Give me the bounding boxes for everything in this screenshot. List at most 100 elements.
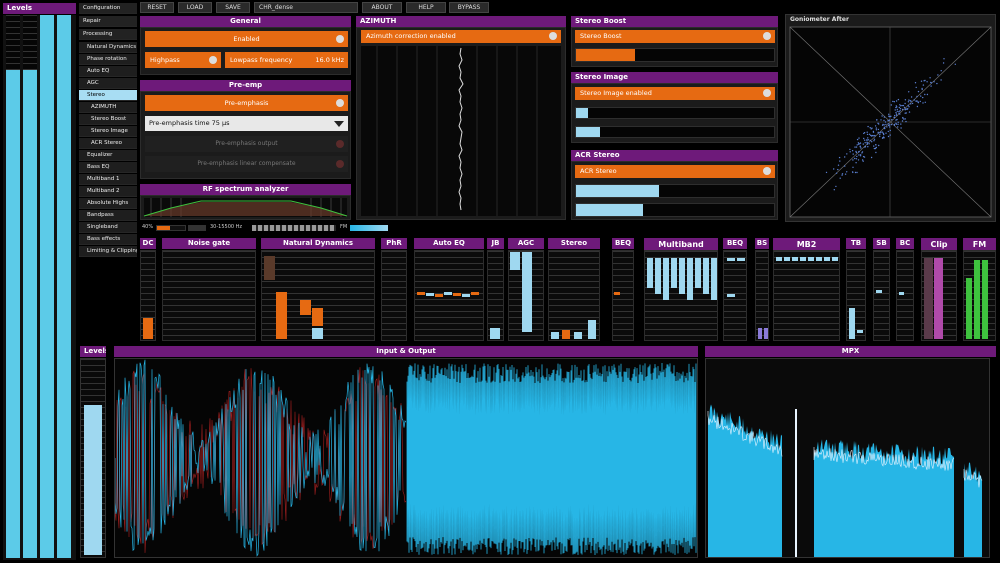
multiband-bar	[647, 258, 653, 288]
nav-item-bandpass[interactable]: Bandpass	[79, 210, 137, 221]
preemphasis-toggle[interactable]: Pre-emphasis	[145, 95, 348, 111]
nav-item-configuration[interactable]: Configuration	[79, 3, 137, 14]
azimuth-header: AZIMUTH	[356, 16, 566, 27]
stereo-image-slider-1[interactable]	[575, 107, 775, 119]
bypass-button[interactable]: BYPASS	[449, 2, 489, 13]
nav-item-singleband[interactable]: Singleband	[79, 222, 137, 233]
toggle-knob-icon	[209, 56, 217, 64]
rf-range-label: 30-15500 Hz	[210, 224, 243, 230]
stereo-boost-toggle[interactable]: Stereo Boost	[575, 30, 775, 43]
help-button[interactable]: HELP	[406, 2, 446, 13]
enabled-toggle[interactable]: Enabled	[145, 31, 348, 47]
meter-bc-header: BC	[896, 238, 914, 249]
acr-stereo-fill-1	[576, 185, 660, 197]
rf-fm-bar	[350, 225, 388, 231]
stereo-image-slider-2[interactable]	[575, 126, 775, 138]
nav-item-stereo-boost[interactable]: Stereo Boost	[79, 114, 137, 125]
rf-fm-label: FM	[340, 224, 348, 230]
nav-item-bass-eq[interactable]: Bass EQ	[79, 162, 137, 173]
toggle-knob-icon	[763, 167, 771, 175]
acr-stereo-toggle[interactable]: ACR Stereo	[575, 165, 775, 178]
acr-stereo-slider-1[interactable]	[575, 184, 775, 198]
levels-small-meter	[80, 358, 106, 558]
stereo-image-toggle[interactable]: Stereo Image enabled	[575, 87, 775, 100]
mb2-bar	[784, 257, 790, 261]
rf-low-label: 40%	[142, 224, 154, 230]
rf-slider[interactable]	[188, 225, 206, 231]
rf-mode-switches[interactable]	[252, 225, 336, 231]
preemph-header: Pre-emp	[140, 80, 351, 91]
about-button[interactable]: ABOUT	[362, 2, 402, 13]
natural-dynamics-bar	[300, 300, 311, 315]
auto-eq-bar	[471, 292, 479, 295]
fm-bar	[974, 260, 980, 339]
auto-eq-bar	[417, 292, 425, 295]
nav-item-auto-eq[interactable]: Auto EQ	[79, 66, 137, 77]
natural-dynamics-bar	[276, 292, 287, 339]
multiband-bar	[711, 258, 717, 300]
nav-item-natural-dynamics[interactable]: Natural Dynamics	[79, 42, 137, 53]
meter-beq-header: BEQ	[612, 238, 634, 249]
azimuth-toggle[interactable]: Azimuth correction enabled	[361, 30, 561, 43]
beq2-bar	[737, 258, 745, 261]
load-button[interactable]: LOAD	[178, 2, 212, 13]
acr-stereo-fill-2	[576, 204, 644, 216]
bc-bar	[899, 292, 904, 295]
azimuth-label: Azimuth correction enabled	[366, 32, 456, 40]
enabled-label: Enabled	[233, 35, 260, 43]
mb2-bar	[824, 257, 830, 261]
stereo-boost-label: Stereo Boost	[580, 32, 622, 40]
rf-status-strip: 40% 30-15500 Hz FM	[140, 224, 390, 233]
nav-item-phase-rotation[interactable]: Phase rotation	[79, 54, 137, 65]
toggle-knob-icon	[336, 160, 344, 168]
lowpass-slider[interactable]: Lowpass frequency 16.0 kHz	[225, 52, 348, 68]
fm-bar	[966, 278, 972, 339]
nav-item-multiband-2[interactable]: Multiband 2	[79, 186, 137, 197]
stereo-bar	[551, 332, 559, 339]
stereo-boost-panel: Stereo Boost	[571, 27, 778, 67]
nav-item-acr-stereo[interactable]: ACR Stereo	[79, 138, 137, 149]
lowpass-value: 16.0 kHz	[315, 56, 344, 64]
highpass-toggle[interactable]: Highpass	[145, 52, 221, 68]
nav-item-stereo[interactable]: Stereo	[79, 90, 137, 101]
beq-bar	[614, 292, 620, 295]
meter-dc-header: DC	[140, 238, 156, 249]
nav-item-azimuth[interactable]: AZIMUTH	[79, 102, 137, 113]
nav-item-processing[interactable]: Processing	[79, 29, 137, 40]
io-header: Input & Output	[114, 346, 698, 357]
preemphasis-time-select[interactable]: Pre-emphasis time 75 µs	[145, 116, 348, 131]
rf-spectrum-graph	[143, 198, 348, 217]
nav-item-bass-effects[interactable]: Bass effects	[79, 234, 137, 245]
dc-bar	[143, 318, 153, 339]
nav-item-agc[interactable]: AGC	[79, 78, 137, 89]
waveform-trace	[406, 363, 697, 555]
nav-item-limiting-clipping[interactable]: Limiting & Clipping	[79, 246, 137, 257]
level-meter-3	[40, 15, 54, 558]
meter-natural-dynamics-header: Natural Dynamics	[261, 238, 375, 249]
acr-stereo-slider-2[interactable]	[575, 203, 775, 217]
select-value: Pre-emphasis time 75 µs	[149, 119, 230, 127]
nav-item-multiband-1[interactable]: Multiband 1	[79, 174, 137, 185]
preemphasis-linear-toggle[interactable]: Pre-emphasis linear compensate	[145, 156, 348, 172]
nav-item-equalizer[interactable]: Equalizer	[79, 150, 137, 161]
stereo-boost-slider[interactable]	[575, 48, 775, 62]
reset-button[interactable]: RESET	[140, 2, 174, 13]
preemphasis-output-toggle[interactable]: Pre-emphasis output	[145, 136, 348, 152]
acr-stereo-panel: ACR Stereo	[571, 161, 778, 220]
toggle-knob-icon	[549, 32, 557, 40]
nav-item-absolute-highs[interactable]: Absolute Highs	[79, 198, 137, 209]
preset-name-field[interactable]: CHR_dense	[254, 2, 358, 13]
multiband-bar	[679, 258, 685, 294]
auto-eq-bar	[444, 292, 452, 295]
nav-item-repair[interactable]: Repair	[79, 16, 137, 27]
save-button[interactable]: SAVE	[216, 2, 250, 13]
nav-item-stereo-image[interactable]: Stereo Image	[79, 126, 137, 137]
mb2-bar	[800, 257, 806, 261]
stereo-bar	[574, 332, 582, 339]
tb-bar	[857, 330, 863, 333]
fm-bar	[982, 260, 988, 339]
meter-noise-gate-display	[162, 250, 256, 341]
clip-bar	[934, 258, 943, 339]
preemphasis-label: Pre-emphasis	[224, 99, 269, 107]
io-waveform	[115, 359, 697, 557]
